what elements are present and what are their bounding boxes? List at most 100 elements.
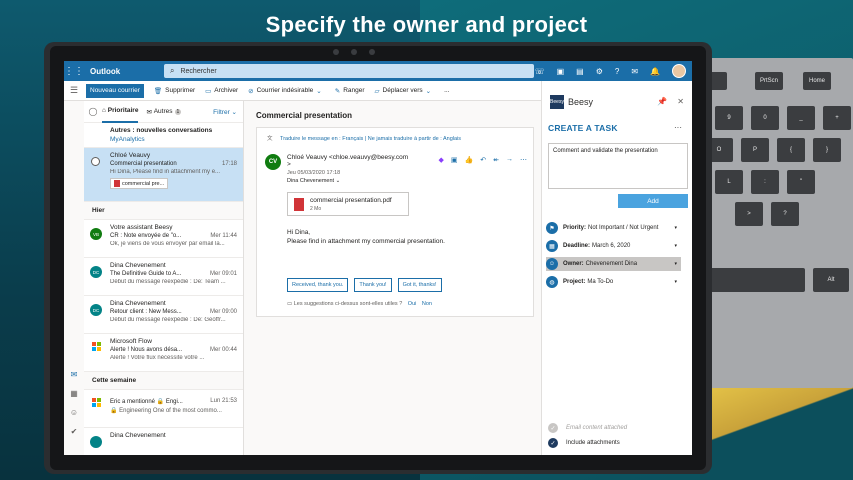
inbox-tabs: ◯ ⌂ Prioritaire ✉ Autres 1 Filtrer ⌄ <box>84 101 243 123</box>
settings-icon[interactable]: ⚙ <box>596 67 603 76</box>
people-icon: ☺ <box>546 258 558 270</box>
panel-controls: 📌 ✕ <box>657 97 684 106</box>
close-icon[interactable]: ✕ <box>677 97 684 106</box>
menu-icon[interactable]: ☰ <box>64 85 84 96</box>
help-icon[interactable]: ? <box>615 67 619 76</box>
more-button[interactable]: ... <box>444 87 449 94</box>
include-attachments-option[interactable]: ✓ Include attachments <box>548 438 620 448</box>
translate-link[interactable]: Traduire le message en : Français <box>280 136 363 142</box>
list-item[interactable]: VB Votre assistant Beesy CR : Note envoy… <box>84 220 243 258</box>
check-icon: ✓ <box>548 438 558 448</box>
more-actions-icon[interactable]: ⋯ <box>520 156 527 164</box>
attachment-card[interactable]: commercial presentation.pdf 2 Mo <box>287 192 409 216</box>
keyboard: PrtScn Home 9 0 _ + O P { } L : " > ? Al… <box>705 58 853 388</box>
select-all-icon[interactable]: ◯ <box>84 107 102 116</box>
email-content-option[interactable]: ✓ Email content attached <box>548 423 627 433</box>
reply-icon[interactable]: ↶ <box>480 156 486 164</box>
owner-field[interactable]: ☺ Owner: Chevenement Dina ▾ <box>546 257 681 271</box>
chevron-down-icon: ▾ <box>674 243 677 249</box>
reply-all-icon[interactable]: ↞ <box>493 156 499 164</box>
deadline-field[interactable]: ▦ Deadline: March 6, 2020 ▾ <box>546 239 681 253</box>
more-options-icon[interactable]: ··· <box>674 123 682 132</box>
add-task-button[interactable]: Add <box>618 194 688 208</box>
search-placeholder: Rechercher <box>180 67 217 75</box>
message-from: Votre assistant Beesy <box>110 224 173 231</box>
message-subject: The Definitive Guide to A... <box>110 271 182 277</box>
todo-icon[interactable]: ✔ <box>71 427 78 436</box>
pin-icon[interactable]: 📌 <box>657 97 667 106</box>
yes-link[interactable]: Oui <box>408 301 417 307</box>
search-box[interactable]: ⌕ Rechercher <box>164 64 534 78</box>
app-title[interactable]: Outlook <box>90 67 120 76</box>
list-item[interactable]: Microsoft Flow Alerte ! Nous avons désa.… <box>84 334 243 372</box>
beesy-brand: Beesy <box>568 97 594 107</box>
list-item[interactable]: Dina Chevenement <box>84 428 243 455</box>
suggested-reply-button[interactable]: Got it, thanks! <box>397 278 442 292</box>
people-icon[interactable]: ☺ <box>70 408 78 417</box>
group-header: Cette semaine <box>84 372 243 390</box>
delete-button[interactable]: 🗑 Supprimer <box>154 87 195 95</box>
left-rail: ✉ ▦ ☺ ✔ <box>64 366 84 455</box>
task-textarea[interactable]: Comment and validate the presentation <box>548 143 688 189</box>
beesy-addin-icon[interactable]: ▣ <box>451 156 458 164</box>
junk-button[interactable]: ⊘ Courrier indésirable ⌄ <box>248 87 325 95</box>
notification-icon[interactable]: 🔔 <box>650 67 660 76</box>
suggested-reply-button[interactable]: Received, thank you. <box>287 278 349 292</box>
user-avatar[interactable] <box>672 64 686 78</box>
other-notice[interactable]: Autres : nouvelles conversations MyAnaly… <box>84 123 243 148</box>
feedback-icon[interactable]: ✉ <box>631 67 638 76</box>
group-header: Hier <box>84 202 243 220</box>
suggestions-feedback: ▭ Les suggestions ci-dessus sont-elles u… <box>287 301 432 307</box>
broom-icon: ✎ <box>334 87 341 95</box>
skype-icon[interactable]: ☏ <box>535 67 545 76</box>
priority-field[interactable]: ⚑ Priority: Not Important / Not Urgent ▾ <box>546 221 681 235</box>
teams-icon[interactable]: ▣ <box>557 67 565 76</box>
list-item[interactable]: Chloé Veauvy Commercial presentation 17:1… <box>84 148 243 202</box>
attachment-chip[interactable]: commercial pre... <box>110 178 169 189</box>
pdf-icon <box>294 197 304 211</box>
beesy-panel: Beesy Beesy 📌 ✕ CREATE A TASK ··· Commen… <box>541 81 692 455</box>
video-headline: Specify the owner and project <box>265 12 588 37</box>
calendar-icon[interactable]: ▦ <box>70 389 78 398</box>
filter-button[interactable]: Filtrer ⌄ <box>213 108 237 116</box>
attachment-size: 2 Mo <box>310 205 322 212</box>
message-subject: Retour client : New Mess... <box>110 309 182 315</box>
translate-icon: 文 <box>267 136 273 142</box>
never-translate-link[interactable]: Ne jamais traduire à partir de : Anglais <box>368 136 461 142</box>
message-from: Microsoft Flow <box>110 338 152 345</box>
feedback-icon: ▭ <box>287 301 294 307</box>
like-icon[interactable]: 👍 <box>465 156 474 164</box>
app-launcher-icon[interactable]: ⋮⋮ <box>64 61 84 81</box>
sender-address-end: > <box>287 161 291 168</box>
tab-other[interactable]: ✉ Autres 1 <box>146 108 182 116</box>
archive-button[interactable]: ▭ Archiver <box>205 87 238 95</box>
sender-address[interactable]: Chloé Veauvy <chloe.veauvy@beesy.com <box>287 154 408 161</box>
list-item[interactable]: Eric a mentionné 🔒 Engi... Lun 21:53 🔒 En… <box>84 390 243 428</box>
camera-dot <box>369 49 375 55</box>
onenote-icon[interactable]: ◆ <box>439 156 444 164</box>
project-field[interactable]: ◍ Project: Ma To-Do ▾ <box>546 275 681 289</box>
no-link[interactable]: Non <box>422 301 432 307</box>
tab-focused[interactable]: ⌂ Prioritaire <box>102 101 139 123</box>
message-preview: 🔒 Engineering One of the most commo... <box>110 408 222 414</box>
trash-icon: 🗑 <box>153 87 163 95</box>
message-from: Dina Chevenement <box>110 262 166 269</box>
forward-icon[interactable]: → <box>506 156 513 164</box>
message-subject: Commercial presentation <box>110 161 177 167</box>
recipient[interactable]: Dina Chevenement ⌄ <box>287 178 408 184</box>
myday-icon[interactable]: ▤ <box>576 67 584 76</box>
new-mail-button[interactable]: Nouveau courrier <box>86 83 144 98</box>
camera-dot <box>333 49 339 55</box>
move-button[interactable]: ▱ Déplacer vers ⌄ <box>375 87 435 95</box>
other-count-badge: 1 <box>174 108 182 115</box>
beesy-header: Beesy Beesy <box>550 95 593 109</box>
sweep-button[interactable]: ✎ Ranger <box>335 87 365 95</box>
select-radio[interactable] <box>91 157 100 166</box>
top-bar: ⋮⋮ Outlook ⌕ Rechercher ☏ ▣ ▤ ⚙ ? ✉ 🔔 <box>64 61 692 81</box>
mail-icon[interactable]: ✉ <box>71 370 78 379</box>
globe-icon: ◍ <box>546 276 558 288</box>
suggested-reply-button[interactable]: Thank you! <box>354 278 392 292</box>
message-from: Dina Chevenement <box>110 300 166 307</box>
list-item[interactable]: DC Dina Chevenement The Definitive Guide… <box>84 258 243 296</box>
list-item[interactable]: DC Dina Chevenement Retour client : New … <box>84 296 243 334</box>
